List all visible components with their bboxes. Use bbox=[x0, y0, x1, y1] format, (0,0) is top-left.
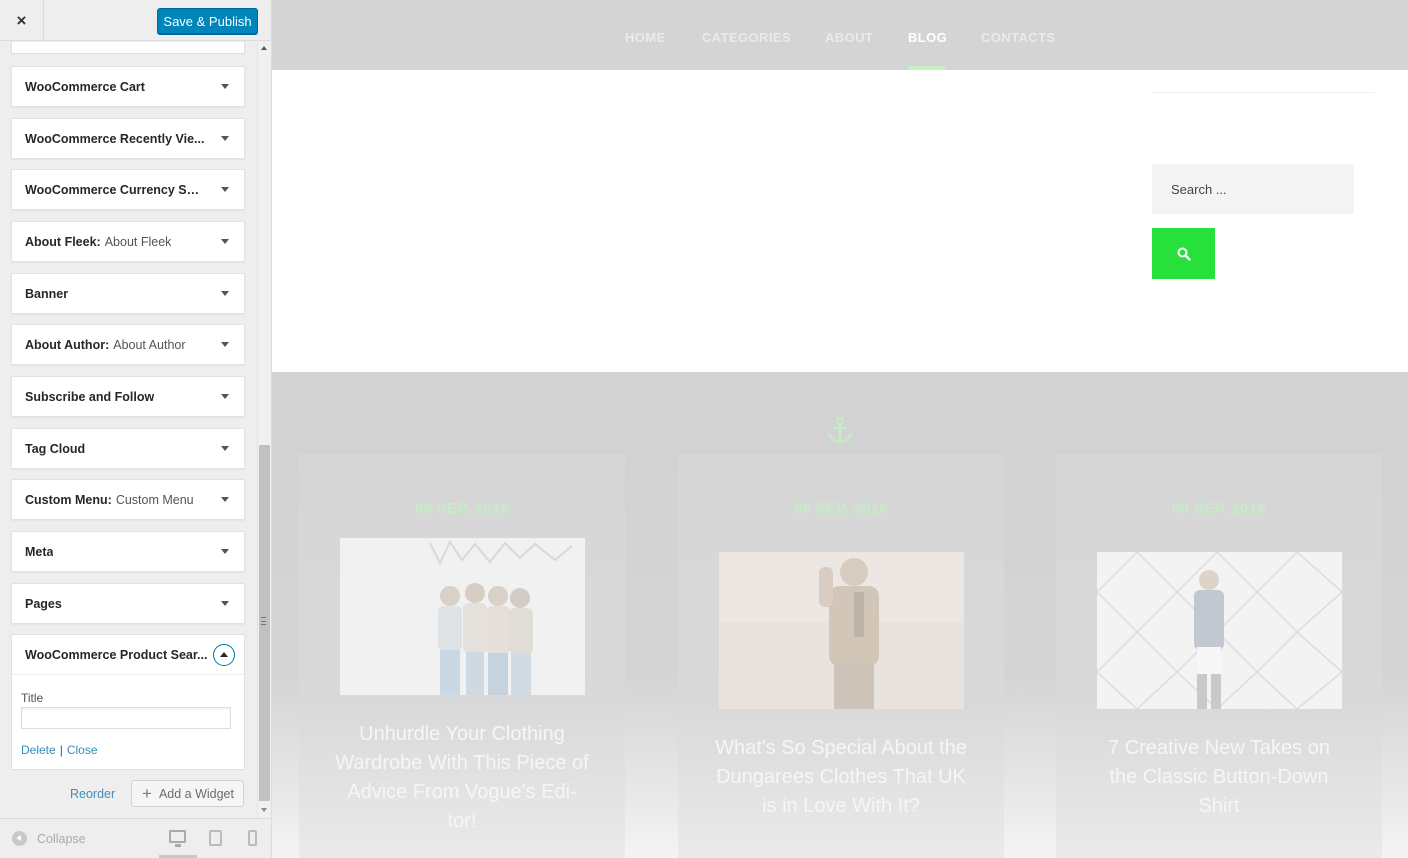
post-title[interactable]: 7 Creative New Takes on the Classic Butt… bbox=[1092, 734, 1346, 821]
widget-item[interactable]: WooCommerce Currency Swi... bbox=[11, 169, 245, 210]
nav-categories[interactable]: CATEGORIES bbox=[702, 30, 791, 45]
mobile-icon[interactable] bbox=[248, 830, 257, 846]
sidebar-scrollbar[interactable] bbox=[257, 42, 271, 818]
post-image[interactable] bbox=[1097, 552, 1342, 709]
post-date: 09 SEP, 2016 bbox=[1171, 500, 1267, 517]
save-publish-button[interactable]: Save & Publish bbox=[157, 8, 258, 34]
widget-subtitle: About Fleek bbox=[104, 234, 172, 249]
widget-title: WooCommerce Recently Vie... bbox=[25, 131, 205, 146]
chevron-down-icon[interactable] bbox=[221, 549, 229, 554]
main-navigation: HOME CATEGORIES ABOUT BLOG CONTACTS bbox=[272, 0, 1408, 70]
sidebar-header: × Save & Publish bbox=[0, 0, 271, 41]
collapse-widget-button[interactable] bbox=[213, 644, 235, 666]
chevron-down-icon[interactable] bbox=[221, 187, 229, 192]
chevron-down-icon[interactable] bbox=[221, 446, 229, 451]
widget-title: Subscribe and Follow bbox=[25, 389, 155, 404]
post-card[interactable]: 09 SEP, 2016 7 Creative New Takes on the… bbox=[1056, 454, 1382, 858]
widget-item[interactable]: Meta bbox=[11, 531, 245, 572]
desktop-icon[interactable] bbox=[169, 830, 186, 847]
site-preview: HOME CATEGORIES ABOUT BLOG CONTACTS Sear… bbox=[272, 0, 1408, 858]
post-card[interactable]: 09 SEP, 2016 Unhurdle Your Clothing Ward… bbox=[299, 454, 625, 858]
widget-title: Tag Cloud bbox=[25, 441, 86, 456]
collapse-arrow-icon bbox=[12, 831, 27, 846]
widget-subtitle: About Author bbox=[113, 337, 186, 352]
chevron-up-icon bbox=[220, 652, 228, 657]
search-input[interactable]: Search ... bbox=[1152, 164, 1354, 214]
widget-title: WooCommerce Currency Swi... bbox=[25, 182, 207, 197]
search-icon bbox=[1177, 247, 1191, 261]
widget-subtitle: Custom Menu bbox=[115, 492, 194, 507]
nav-about[interactable]: ABOUT bbox=[825, 30, 873, 45]
widget-item[interactable]: Subscribe and Follow bbox=[11, 376, 245, 417]
widget-list: WooCommerce Cart WooCommerce Recently Vi… bbox=[0, 42, 256, 818]
post-title[interactable]: Unhurdle Your Clothing Wardrobe With Thi… bbox=[335, 720, 589, 836]
blog-posts-section: 09 SEP, 2016 Unhurdle Your Clothing Ward… bbox=[272, 372, 1408, 858]
title-field[interactable] bbox=[21, 707, 231, 729]
widget-header[interactable]: WooCommerce Product Sear... bbox=[12, 635, 244, 675]
widget-item[interactable]: Custom Menu: Custom Menu bbox=[11, 479, 245, 520]
search-button[interactable] bbox=[1152, 228, 1215, 279]
chevron-down-icon[interactable] bbox=[221, 342, 229, 347]
post-date: 09 SEP, 2016 bbox=[414, 500, 510, 517]
collapse-label: Collapse bbox=[37, 831, 86, 846]
widget-item[interactable]: Tag Cloud bbox=[11, 428, 245, 469]
post-image[interactable] bbox=[340, 538, 585, 695]
widget-item[interactable]: WooCommerce Cart bbox=[11, 66, 245, 107]
chevron-down-icon[interactable] bbox=[221, 239, 229, 244]
nav-home[interactable]: HOME bbox=[625, 30, 666, 45]
widget-title: WooCommerce Cart bbox=[25, 79, 145, 94]
nav-blog[interactable]: BLOG bbox=[908, 30, 947, 45]
customizer-sidebar: × Save & Publish WooCommerce Cart WooCom… bbox=[0, 0, 272, 858]
widget-actions: Delete | Close bbox=[21, 743, 98, 757]
tablet-icon[interactable] bbox=[209, 830, 222, 846]
chevron-down-icon[interactable] bbox=[221, 601, 229, 606]
close-link[interactable]: Close bbox=[67, 743, 98, 757]
widget-item[interactable]: Banner bbox=[11, 273, 245, 314]
chevron-down-icon[interactable] bbox=[221, 394, 229, 399]
nav-contacts[interactable]: CONTACTS bbox=[981, 30, 1055, 45]
widget-title: Pages bbox=[25, 596, 62, 611]
post-date: 09 SEP, 2016 bbox=[793, 500, 889, 517]
close-customizer-button[interactable]: × bbox=[0, 0, 44, 41]
divider bbox=[1152, 92, 1375, 93]
widget-title: Banner bbox=[25, 286, 69, 301]
delete-link[interactable]: Delete bbox=[21, 743, 56, 757]
separator: | bbox=[59, 743, 63, 757]
add-widget-label: Add a Widget bbox=[158, 786, 234, 801]
widget-item[interactable]: WooCommerce Recently Vie... bbox=[11, 118, 245, 159]
scrollbar-grip-icon bbox=[261, 617, 266, 625]
chevron-down-icon[interactable] bbox=[221, 136, 229, 141]
close-icon: × bbox=[16, 10, 27, 30]
post-image[interactable] bbox=[719, 552, 964, 709]
chevron-down-icon[interactable] bbox=[221, 291, 229, 296]
plus-icon: + bbox=[142, 783, 152, 803]
widget-item[interactable]: Pages bbox=[11, 583, 245, 624]
widget-title: About Fleek: bbox=[25, 234, 101, 249]
widget-item[interactable]: About Fleek: About Fleek bbox=[11, 221, 245, 262]
collapse-button[interactable]: Collapse bbox=[12, 831, 86, 846]
chevron-down-icon[interactable] bbox=[221, 84, 229, 89]
widget-partial-top bbox=[11, 42, 245, 54]
widget-title: Custom Menu: bbox=[25, 492, 112, 507]
widget-title: WooCommerce Product Sear... bbox=[25, 647, 208, 662]
widget-expanded-product-search: WooCommerce Product Sear... Title Delete… bbox=[11, 634, 245, 770]
title-field-label: Title bbox=[21, 691, 44, 705]
sidebar-footer: Collapse bbox=[0, 818, 271, 858]
widget-title: Meta bbox=[25, 544, 54, 559]
add-widget-button[interactable]: + Add a Widget bbox=[131, 780, 244, 807]
chevron-down-icon[interactable] bbox=[221, 497, 229, 502]
reorder-link[interactable]: Reorder bbox=[70, 787, 115, 801]
widget-item[interactable]: About Author: About Author bbox=[11, 324, 245, 365]
post-title[interactable]: What's So Special About the Dungarees Cl… bbox=[714, 734, 968, 821]
content-area: Search ... bbox=[272, 70, 1408, 372]
anchor-icon bbox=[827, 416, 853, 444]
widget-title: About Author: bbox=[25, 337, 110, 352]
post-card[interactable]: 09 SEP, 2016 What's So Special About the… bbox=[678, 454, 1004, 858]
scroll-down-arrow-icon[interactable] bbox=[261, 808, 267, 812]
scroll-up-arrow-icon[interactable] bbox=[261, 46, 267, 50]
